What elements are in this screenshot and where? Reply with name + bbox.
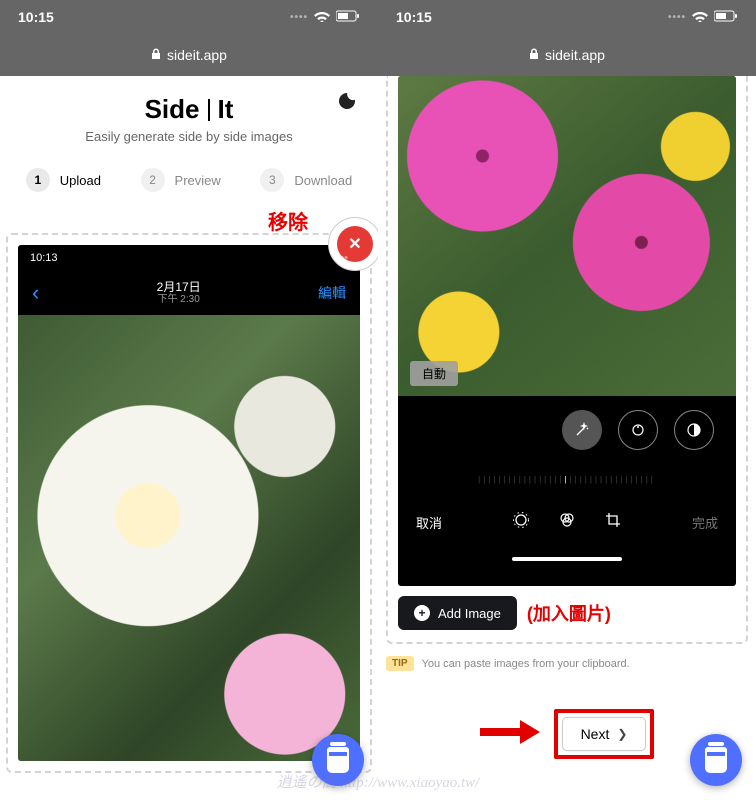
- status-bar: 10:15 ••••: [0, 0, 378, 34]
- plus-icon: +: [414, 605, 430, 621]
- status-right: ••••: [290, 9, 360, 25]
- exposure-icon: [618, 410, 658, 450]
- edit-bottom-bar: 取消 完成: [398, 494, 736, 550]
- uploaded-image-preview: 自動 |||||||||||||||||||||||||||||||||||: [398, 76, 736, 586]
- app-title: SideIt: [145, 94, 234, 125]
- inner-date: 2月17日 下午 2:30: [157, 280, 201, 306]
- left-page-content: SideIt Easily generate side by side imag…: [0, 76, 378, 773]
- crop-icon: [604, 511, 622, 534]
- url-bar: sideit.app: [378, 34, 756, 76]
- coffee-cup-icon: [705, 747, 727, 773]
- auto-badge: 自動: [410, 361, 458, 386]
- uploaded-image-preview: 10:13 •••• ‹ 2月17日 下午 2:30 編輯: [18, 245, 360, 761]
- contrast-icon: [674, 410, 714, 450]
- tip-row: TIP You can paste images from your clipb…: [386, 656, 748, 671]
- battery-icon: [714, 9, 738, 25]
- battery-icon: [336, 9, 360, 25]
- cancel-label: 取消: [416, 513, 442, 532]
- donate-button[interactable]: [312, 734, 364, 786]
- left-phone-screenshot: 10:15 •••• sideit.app SideIt Easily gene…: [0, 0, 378, 800]
- right-page-content: 自動 |||||||||||||||||||||||||||||||||||: [378, 76, 756, 759]
- app-subtitle: Easily generate side by side images: [0, 129, 378, 144]
- wifi-icon: [692, 9, 708, 25]
- filters-icon: [558, 511, 576, 534]
- signal-dots-icon: ••••: [290, 12, 308, 23]
- lock-icon: [529, 48, 539, 63]
- annotation-highlight-box: Next ❯: [554, 709, 655, 759]
- annotation-add-image: (加入圖片): [527, 600, 611, 626]
- upload-dropzone[interactable]: 自動 |||||||||||||||||||||||||||||||||||: [386, 76, 748, 644]
- magic-wand-icon: [562, 410, 602, 450]
- step-download[interactable]: 3 Download: [260, 168, 352, 192]
- inner-photo-header: ‹ 2月17日 下午 2:30 編輯: [18, 271, 360, 315]
- step-label: Upload: [60, 173, 101, 188]
- inner-photo-content: [18, 315, 360, 761]
- right-phone-screenshot: 10:15 •••• sideit.app 自動: [378, 0, 756, 800]
- annotation-arrow-icon: [480, 713, 540, 755]
- tip-badge: TIP: [386, 656, 414, 671]
- step-upload[interactable]: 1 Upload: [26, 168, 101, 192]
- signal-dots-icon: ••••: [668, 12, 686, 23]
- step-label: Preview: [175, 173, 221, 188]
- status-time: 10:15: [396, 9, 432, 25]
- status-bar: 10:15 ••••: [378, 0, 756, 34]
- upload-dropzone[interactable]: ✕ 10:13 •••• ‹ 2月17日 下午 2:30 編輯: [6, 233, 372, 773]
- edit-tool-row: [398, 396, 736, 464]
- url-text: sideit.app: [545, 47, 605, 63]
- coffee-cup-icon: [327, 747, 349, 773]
- next-label: Next: [581, 726, 610, 742]
- step-preview[interactable]: 2 Preview: [141, 168, 221, 192]
- chevron-right-icon: ❯: [617, 727, 627, 741]
- next-button[interactable]: Next ❯: [562, 717, 647, 751]
- steps-row: 1 Upload 2 Preview 3 Download: [0, 168, 378, 192]
- dark-mode-toggle[interactable]: [338, 92, 356, 115]
- inner-photo-content: 自動: [398, 76, 736, 396]
- adjust-icon: [512, 511, 530, 534]
- lock-icon: [151, 48, 161, 63]
- inner-status-icons: ••••: [333, 252, 348, 264]
- annotation-remove: 移除: [0, 206, 378, 235]
- add-image-label: Add Image: [438, 606, 501, 621]
- back-icon: ‹: [32, 280, 39, 306]
- donate-button[interactable]: [690, 734, 742, 786]
- adjustment-slider: |||||||||||||||||||||||||||||||||||: [398, 464, 736, 494]
- done-label: 完成: [692, 513, 718, 532]
- step-label: Download: [294, 173, 352, 188]
- url-bar: sideit.app: [0, 34, 378, 76]
- inner-status-bar: 10:13 ••••: [18, 245, 360, 271]
- add-image-button[interactable]: + Add Image: [398, 596, 517, 630]
- edit-link: 編輯: [318, 283, 346, 303]
- home-indicator: [398, 550, 736, 568]
- edit-mode-icons: [512, 511, 622, 534]
- url-text: sideit.app: [167, 47, 227, 63]
- tip-text: You can paste images from your clipboard…: [422, 658, 630, 670]
- wifi-icon: [314, 9, 330, 25]
- status-right: ••••: [668, 9, 738, 25]
- status-time: 10:15: [18, 9, 54, 25]
